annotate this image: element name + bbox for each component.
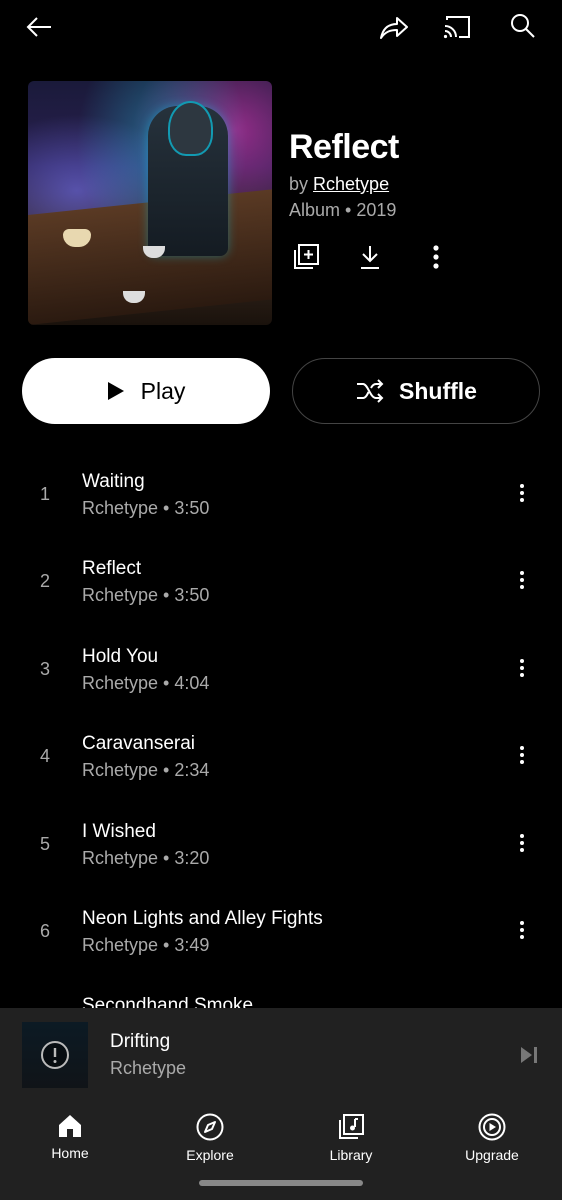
album-meta: Album • 2019 xyxy=(289,200,397,220)
download-icon xyxy=(361,246,379,269)
track-more-button[interactable] xyxy=(507,828,537,858)
more-vert-icon xyxy=(520,834,524,852)
track-number: 2 xyxy=(39,571,50,591)
compass-icon xyxy=(196,1113,224,1141)
track-row[interactable]: 2 Reflect Rchetype • 3:50 xyxy=(0,539,562,626)
album-title: Reflect xyxy=(289,128,399,166)
nav-upgrade[interactable]: Upgrade xyxy=(432,1111,552,1171)
track-number: 5 xyxy=(39,834,50,854)
album-cover-art xyxy=(28,81,272,325)
track-subtitle: Rchetype • 3:50 xyxy=(82,498,210,518)
nav-label: Home xyxy=(51,1145,89,1161)
track-more-button[interactable] xyxy=(507,740,537,770)
track-row[interactable]: 6 Neon Lights and Alley Fights Rchetype … xyxy=(0,889,562,976)
download-button[interactable] xyxy=(353,240,387,274)
track-title: I Wished xyxy=(82,821,156,842)
album-artist-line: by Rchetype xyxy=(289,174,389,195)
shuffle-icon xyxy=(357,379,384,403)
back-button[interactable] xyxy=(22,10,56,44)
album-more-button[interactable] xyxy=(419,240,453,274)
nav-explore[interactable]: Explore xyxy=(150,1111,270,1171)
track-number: 6 xyxy=(39,921,50,941)
album-art-head xyxy=(168,101,213,156)
track-row[interactable]: 4 Caravanserai Rchetype • 2:34 xyxy=(0,714,562,801)
mini-player-thumbnail xyxy=(22,1022,88,1088)
home-indicator[interactable] xyxy=(199,1180,363,1186)
play-icon xyxy=(107,382,124,400)
track-number: 1 xyxy=(39,484,50,504)
track-subtitle: Rchetype • 3:50 xyxy=(82,585,210,605)
alert-circle-icon xyxy=(41,1041,69,1069)
artist-link[interactable]: Rchetype xyxy=(313,174,389,194)
shuffle-button[interactable]: Shuffle xyxy=(292,358,540,424)
skip-next-button[interactable] xyxy=(516,1042,542,1068)
by-prefix: by xyxy=(289,174,309,194)
track-title: Reflect xyxy=(82,558,142,579)
nav-label: Library xyxy=(329,1147,373,1163)
track-number: 3 xyxy=(39,659,50,679)
skip-next-icon xyxy=(521,1047,537,1063)
home-icon xyxy=(59,1115,81,1137)
share-icon xyxy=(380,17,408,39)
track-title: Waiting xyxy=(82,471,145,492)
more-vert-icon xyxy=(520,659,524,677)
more-vert-icon xyxy=(520,921,524,939)
library-icon xyxy=(339,1114,364,1139)
search-button[interactable] xyxy=(506,9,540,43)
track-title: Caravanserai xyxy=(82,733,195,754)
top-app-bar xyxy=(0,0,562,52)
add-to-library-icon xyxy=(294,244,319,269)
more-vert-icon xyxy=(520,746,524,764)
track-subtitle: Rchetype • 3:20 xyxy=(82,848,210,868)
mini-player-title: Drifting xyxy=(110,1031,171,1052)
track-row[interactable]: 3 Hold You Rchetype • 4:04 xyxy=(0,627,562,714)
track-subtitle: Rchetype • 4:04 xyxy=(82,673,210,693)
track-row[interactable]: 1 Waiting Rchetype • 3:50 xyxy=(0,452,562,539)
track-more-button[interactable] xyxy=(507,915,537,945)
cast-icon xyxy=(443,16,470,39)
search-icon xyxy=(511,14,535,38)
upgrade-icon xyxy=(478,1113,506,1141)
nav-label: Explore xyxy=(186,1147,234,1163)
track-more-button[interactable] xyxy=(507,653,537,683)
add-to-library-button[interactable] xyxy=(289,240,323,274)
shuffle-button-label: Shuffle xyxy=(399,377,477,404)
track-title: Neon Lights and Alley Fights xyxy=(82,908,323,929)
mini-player[interactable]: Drifting Rchetype xyxy=(0,1008,562,1101)
nav-label: Upgrade xyxy=(465,1147,519,1163)
nav-library[interactable]: Library xyxy=(291,1111,411,1171)
more-vert-icon xyxy=(433,245,439,269)
play-button-label: Play xyxy=(140,377,186,404)
more-vert-icon xyxy=(520,484,524,502)
track-number: 4 xyxy=(39,746,50,766)
track-more-button[interactable] xyxy=(507,478,537,508)
track-subtitle: Rchetype • 2:34 xyxy=(82,760,210,780)
share-button[interactable] xyxy=(377,10,411,44)
cast-button[interactable] xyxy=(440,10,474,44)
more-vert-icon xyxy=(520,571,524,589)
play-button[interactable]: Play xyxy=(22,358,270,424)
track-title: Hold You xyxy=(82,646,159,667)
track-more-button[interactable] xyxy=(507,565,537,595)
track-row[interactable]: 5 I Wished Rchetype • 3:20 xyxy=(0,802,562,889)
mini-player-artist: Rchetype xyxy=(110,1058,187,1078)
nav-home[interactable]: Home xyxy=(10,1111,130,1171)
arrow-left-icon xyxy=(26,17,51,37)
track-subtitle: Rchetype • 3:49 xyxy=(82,935,210,955)
